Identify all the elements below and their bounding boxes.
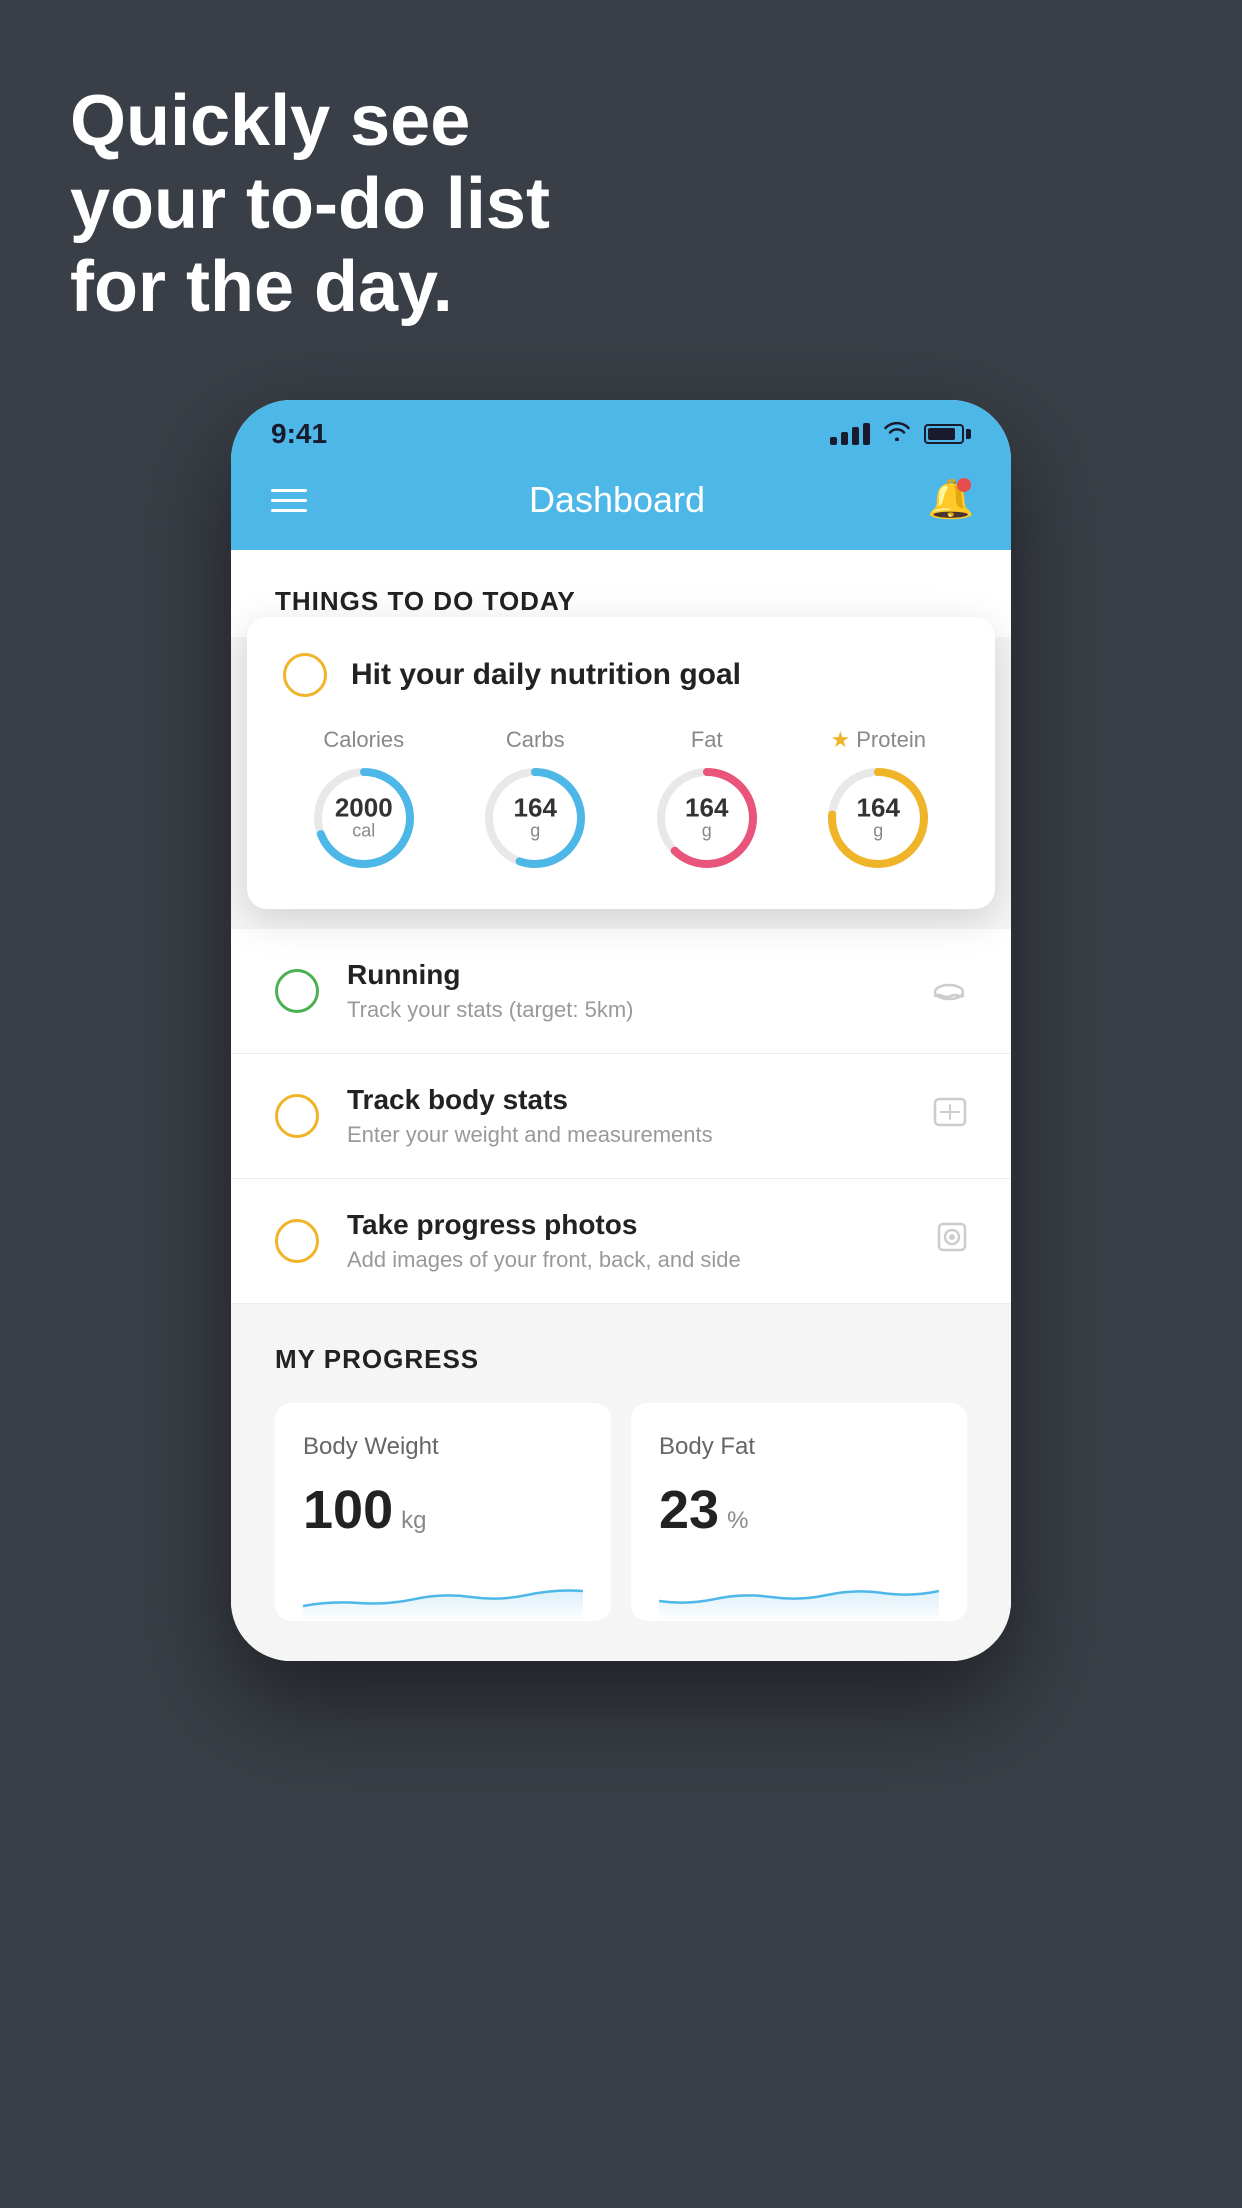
fat-value: 164 (685, 795, 728, 821)
todo-item-running[interactable]: Running Track your stats (target: 5km) (231, 929, 1011, 1054)
carbs-label: Carbs (506, 727, 565, 753)
progress-title: MY PROGRESS (275, 1344, 967, 1375)
photos-subtitle: Add images of your front, back, and side (347, 1247, 909, 1273)
body-stats-icon (933, 1097, 967, 1135)
notification-button[interactable]: 🔔 (927, 478, 971, 522)
todo-item-body-stats[interactable]: Track body stats Enter your weight and m… (231, 1054, 1011, 1179)
carbs-value: 164 (514, 795, 557, 821)
running-title: Running (347, 959, 903, 991)
protein-star-icon: ★ (831, 727, 851, 753)
body-fat-unit: % (727, 1507, 748, 1535)
running-icon (931, 973, 967, 1010)
wifi-icon (884, 421, 910, 447)
calories-ring: 2000 cal (309, 763, 419, 873)
carbs-unit: g (514, 821, 557, 842)
battery-icon (924, 424, 971, 444)
running-subtitle: Track your stats (target: 5km) (347, 997, 903, 1023)
calories-value: 2000 (335, 795, 393, 821)
card-check-circle (283, 653, 327, 697)
nutrition-calories: Calories 2000 cal (309, 727, 419, 873)
nutrition-carbs: Carbs 164 g (480, 727, 590, 873)
body-weight-chart (303, 1561, 583, 1621)
fat-unit: g (685, 821, 728, 842)
running-circle (275, 969, 319, 1013)
signal-icon (830, 423, 870, 445)
body-stats-subtitle: Enter your weight and measurements (347, 1122, 905, 1148)
body-fat-value: 23 (659, 1479, 719, 1541)
carbs-ring: 164 g (480, 763, 590, 873)
body-fat-chart (659, 1561, 939, 1621)
status-time: 9:41 (271, 418, 327, 450)
protein-unit: g (857, 821, 900, 842)
status-bar: 9:41 (231, 400, 1011, 458)
card-title: Hit your daily nutrition goal (351, 658, 741, 692)
nutrition-protein: ★ Protein 164 g (823, 727, 933, 873)
fat-label: Fat (691, 727, 723, 753)
body-weight-unit: kg (401, 1507, 426, 1535)
nutrition-circles: Calories 2000 cal Carbs (283, 727, 959, 873)
body-weight-value-row: 100 kg (303, 1479, 583, 1541)
body-stats-title: Track body stats (347, 1084, 905, 1116)
protein-ring: 164 g (823, 763, 933, 873)
nutrition-fat: Fat 164 g (652, 727, 762, 873)
header-title: Dashboard (529, 479, 705, 521)
calories-label: Calories (323, 727, 404, 753)
body-stats-circle (275, 1094, 319, 1138)
photos-icon (937, 1222, 967, 1260)
todo-item-photos[interactable]: Take progress photos Add images of your … (231, 1179, 1011, 1304)
hero-text: Quickly see your to-do list for the day. (70, 80, 550, 328)
menu-button[interactable] (271, 489, 307, 512)
app-header: Dashboard 🔔 (231, 458, 1011, 550)
progress-cards: Body Weight 100 kg (275, 1403, 967, 1621)
fat-ring: 164 g (652, 763, 762, 873)
photos-title: Take progress photos (347, 1209, 909, 1241)
app-content: THINGS TO DO TODAY Hit your daily nutrit… (231, 550, 1011, 1661)
running-text: Running Track your stats (target: 5km) (347, 959, 903, 1023)
phone-frame: 9:41 Dashboard 🔔 (231, 400, 1011, 1661)
body-fat-card[interactable]: Body Fat 23 % (631, 1403, 967, 1621)
nutrition-card[interactable]: Hit your daily nutrition goal Calories 2… (247, 617, 995, 909)
notification-dot (957, 478, 971, 492)
todo-list: Running Track your stats (target: 5km) T… (231, 929, 1011, 1304)
photos-circle (275, 1219, 319, 1263)
card-header: Hit your daily nutrition goal (283, 653, 959, 697)
body-weight-label: Body Weight (303, 1433, 583, 1461)
status-icons (830, 421, 971, 447)
protein-label-row: ★ Protein (831, 727, 926, 753)
body-fat-label: Body Fat (659, 1433, 939, 1461)
calories-unit: cal (335, 821, 393, 842)
body-weight-value: 100 (303, 1479, 393, 1541)
body-weight-card[interactable]: Body Weight 100 kg (275, 1403, 611, 1621)
photos-text: Take progress photos Add images of your … (347, 1209, 909, 1273)
body-stats-text: Track body stats Enter your weight and m… (347, 1084, 905, 1148)
progress-section: MY PROGRESS Body Weight 100 kg (231, 1304, 1011, 1661)
protein-value: 164 (857, 795, 900, 821)
body-fat-value-row: 23 % (659, 1479, 939, 1541)
